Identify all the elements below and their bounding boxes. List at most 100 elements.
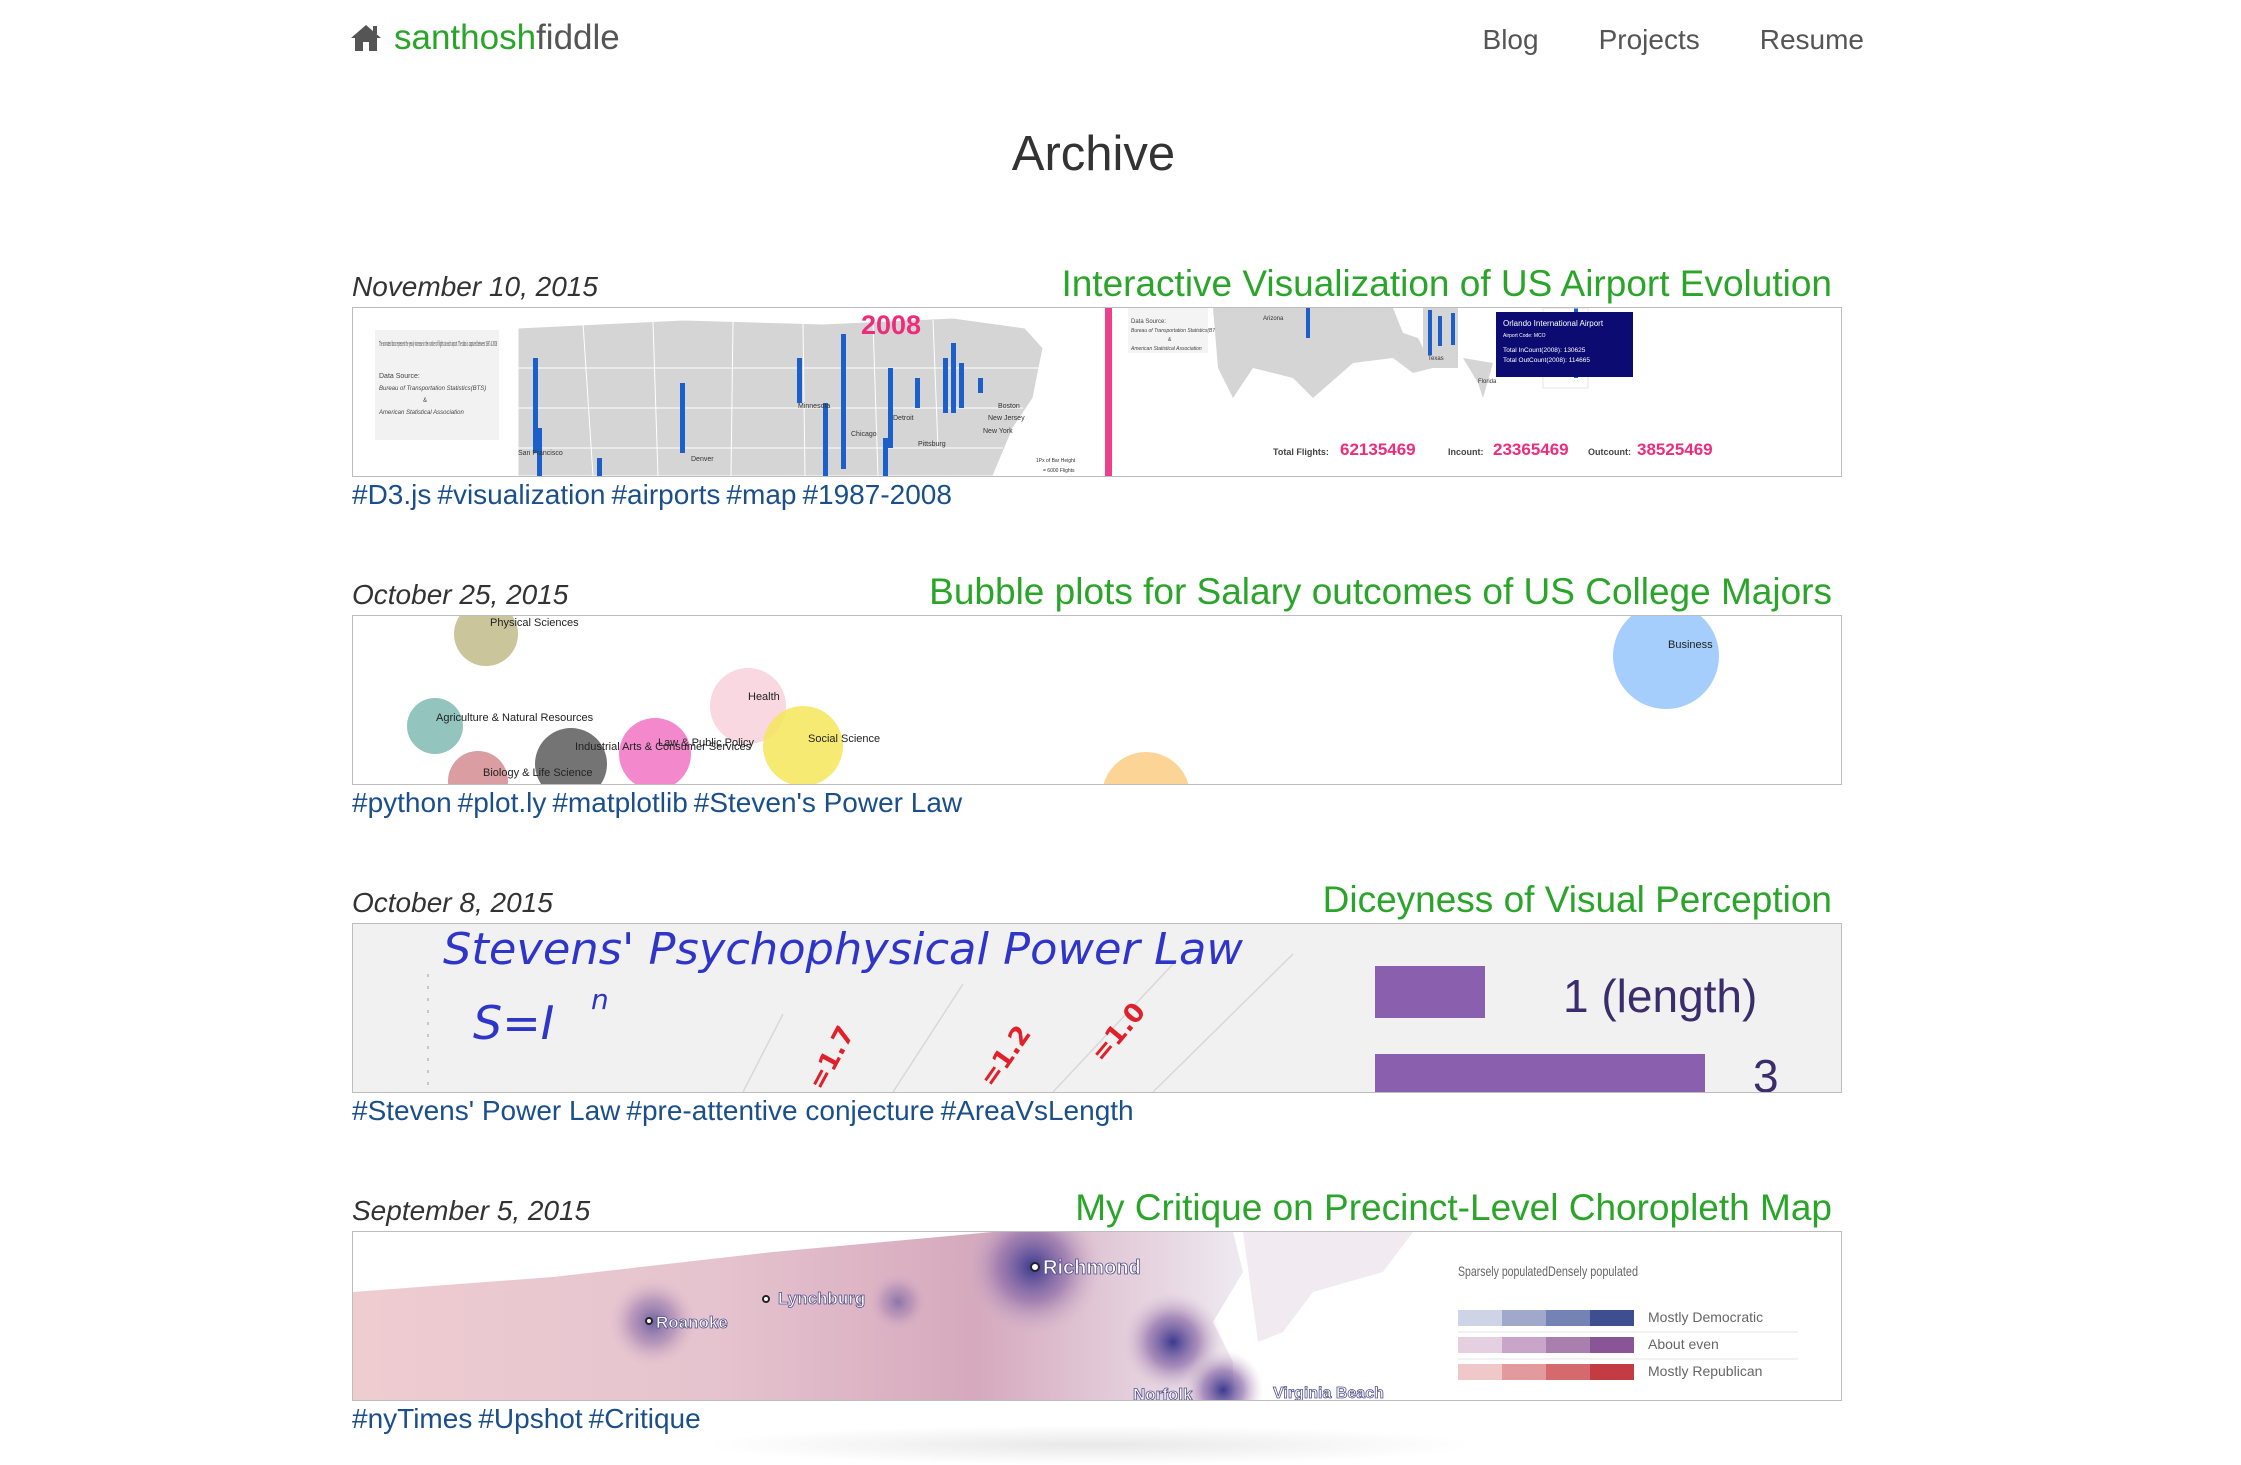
data-source-1: Bureau of Transportation Statistics(BTS) bbox=[379, 386, 486, 392]
city-label: San Francisco bbox=[518, 450, 563, 457]
pink-divider bbox=[1105, 308, 1112, 476]
archive-post: October 25, 2015 Bubble plots for Salary… bbox=[352, 571, 1842, 819]
city-label: Lynchburg bbox=[778, 1289, 865, 1308]
tag-link[interactable]: #Critique bbox=[589, 1403, 701, 1434]
length-bar-2 bbox=[1375, 1054, 1705, 1092]
tag-link[interactable]: #map bbox=[726, 479, 796, 510]
power-law-exponent: n bbox=[591, 983, 609, 1016]
total-flights-label: Total Flights: bbox=[1273, 447, 1329, 457]
post-date: September 5, 2015 bbox=[352, 1195, 591, 1226]
archive-post: November 10, 2015 Interactive Visualizat… bbox=[352, 263, 1842, 511]
year-label: 2008 bbox=[861, 310, 921, 340]
tooltip-title: Orlando International Airport bbox=[1503, 319, 1604, 328]
data-source-amp: & bbox=[423, 398, 427, 404]
state-label: Florida bbox=[1478, 379, 1497, 385]
data-source-label: Data Source: bbox=[379, 373, 420, 380]
tag-link[interactable]: #visualization bbox=[437, 479, 605, 510]
post-thumbnail[interactable]: Richmond Lynchburg Roanoke Norfolk Virgi… bbox=[352, 1231, 1842, 1401]
power-law-heading: Stevens' Psychophysical Power Law bbox=[443, 924, 1244, 975]
post-title-link[interactable]: Diceyness of Visual Perception bbox=[1323, 879, 1832, 921]
state-label: Arizona bbox=[1263, 316, 1284, 322]
city-label: New York bbox=[983, 428, 1013, 435]
city-label: New Jersey bbox=[988, 415, 1025, 422]
archive-post: September 5, 2015 My Critique on Precinc… bbox=[352, 1187, 1842, 1435]
nav-link-blog[interactable]: Blog bbox=[1483, 24, 1539, 56]
bubble-label: Social Science bbox=[808, 733, 880, 745]
tag-link[interactable]: #Steven's Power Law bbox=[694, 787, 962, 818]
length-bar-1 bbox=[1375, 966, 1485, 1018]
tooltip-incount: Total InCount(2008): 130625 bbox=[1503, 347, 1586, 354]
archive-post: October 8, 2015 Diceyness of Visual Perc… bbox=[352, 879, 1842, 1127]
bottom-shadow bbox=[700, 1425, 1480, 1465]
home-icon bbox=[351, 25, 381, 51]
post-title-link[interactable]: Interactive Visualization of US Airport … bbox=[1061, 263, 1832, 305]
bubble-label: Business bbox=[1668, 639, 1713, 651]
city-label: Richmond bbox=[1043, 1257, 1141, 1279]
bubble-label: Biology & Life Science bbox=[483, 767, 592, 779]
post-thumbnail[interactable]: Physical Sciences Business Health Agricu… bbox=[352, 615, 1842, 785]
outcount-label: Outcount: bbox=[1588, 447, 1631, 457]
tag-link[interactable]: #AreaVsLength bbox=[941, 1095, 1134, 1126]
tag-link[interactable]: #Stevens' Power Law bbox=[352, 1095, 620, 1126]
city-label: Denver bbox=[691, 456, 714, 463]
post-date: October 8, 2015 bbox=[352, 887, 553, 918]
nav-link-projects[interactable]: Projects bbox=[1599, 24, 1700, 56]
tag-link[interactable]: #plot.ly bbox=[458, 787, 547, 818]
tooltip-outcount: Total OutCount(2008): 114665 bbox=[1503, 357, 1590, 364]
length-bar-1-label: 1 (length) bbox=[1563, 970, 1757, 1022]
brand-name-part1: santhosh bbox=[394, 18, 537, 57]
bubble bbox=[763, 706, 843, 784]
bar-legend-2: = 6000 Flights bbox=[1043, 468, 1075, 474]
post-title-link[interactable]: My Critique on Precinct-Level Choropleth… bbox=[1075, 1187, 1832, 1229]
legend-dem: Mostly Democratic bbox=[1648, 1309, 1763, 1325]
data-source-label-right: Data Source: bbox=[1131, 319, 1166, 325]
city-label: Minnesota bbox=[798, 403, 830, 410]
tag-link[interactable]: #airports bbox=[611, 479, 720, 510]
post-thumbnail[interactable]: The animated bars represent the yearly i… bbox=[352, 307, 1842, 477]
legend-sparse: Sparsely populated bbox=[1458, 1263, 1548, 1279]
tag-link[interactable]: #pre-attentive conjecture bbox=[626, 1095, 934, 1126]
intro-text: The animated bars represent the yearly i… bbox=[379, 341, 497, 348]
nav-links: Blog Projects Resume bbox=[1483, 24, 1864, 56]
post-date: October 25, 2015 bbox=[352, 579, 569, 610]
post-title-link[interactable]: Bubble plots for Salary outcomes of US C… bbox=[929, 571, 1832, 613]
tag-link[interactable]: #1987-2008 bbox=[802, 479, 951, 510]
tag-link[interactable]: #D3.js bbox=[352, 479, 431, 510]
top-nav: santhosh fiddle Blog Projects Resume bbox=[350, 14, 1864, 66]
legend-even: About even bbox=[1648, 1336, 1719, 1352]
city-label: Roanoke bbox=[656, 1313, 728, 1332]
post-tags: #python #plot.ly #matplotlib #Steven's Powe… bbox=[352, 787, 1842, 819]
bar-legend-1: 1Px of Bar Height bbox=[1036, 458, 1076, 464]
tag-link[interactable]: #Upshot bbox=[478, 1403, 582, 1434]
tag-link[interactable]: #nyTimes bbox=[352, 1403, 472, 1434]
incount-value: 23365469 bbox=[1493, 440, 1569, 459]
bubble-label: Agriculture & Natural Resources bbox=[436, 712, 594, 724]
tag-link[interactable]: #matplotlib bbox=[552, 787, 687, 818]
tag-link[interactable]: #python bbox=[352, 787, 452, 818]
post-thumbnail[interactable]: Stevens' Psychophysical Power Law S=I n … bbox=[352, 923, 1842, 1093]
city-label: Boston bbox=[998, 403, 1020, 410]
nav-link-resume[interactable]: Resume bbox=[1760, 24, 1864, 56]
city-label: Chicago bbox=[851, 431, 877, 438]
city-label: Virginia Beach bbox=[1273, 1385, 1384, 1400]
page-title: Archive bbox=[1011, 127, 1176, 181]
data-source-2: American Statistical Association bbox=[378, 410, 464, 416]
state-label: Texas bbox=[1428, 356, 1444, 362]
city-label: Norfolk bbox=[1133, 1385, 1193, 1400]
power-law-formula: S=I bbox=[473, 996, 554, 1050]
legend-dense: Densely populated bbox=[1548, 1263, 1638, 1279]
power-law-thumbnail: Stevens' Psychophysical Power Law S=I n … bbox=[353, 924, 1841, 1092]
city-label: Detroit bbox=[893, 415, 914, 422]
data-source-1-right: Bureau of Transportation Statistics(BTS) bbox=[1131, 328, 1221, 334]
legend-rep: Mostly Republican bbox=[1648, 1363, 1762, 1379]
outcount-value: 38525469 bbox=[1637, 440, 1713, 459]
choropleth-thumbnail: Richmond Lynchburg Roanoke Norfolk Virgi… bbox=[353, 1232, 1841, 1400]
bubble bbox=[407, 698, 463, 754]
bubble-label: Physical Sciences bbox=[490, 617, 579, 629]
total-flights-value: 62135469 bbox=[1340, 440, 1416, 459]
post-tags: #D3.js #visualization #airports #map #1987-2… bbox=[352, 479, 1842, 511]
us-map-shape bbox=[517, 317, 1044, 476]
post-date: November 10, 2015 bbox=[352, 271, 598, 302]
brand-link[interactable]: santhosh fiddle bbox=[350, 18, 620, 58]
bubble-plot-thumbnail: Physical Sciences Business Health Agricu… bbox=[353, 616, 1841, 784]
